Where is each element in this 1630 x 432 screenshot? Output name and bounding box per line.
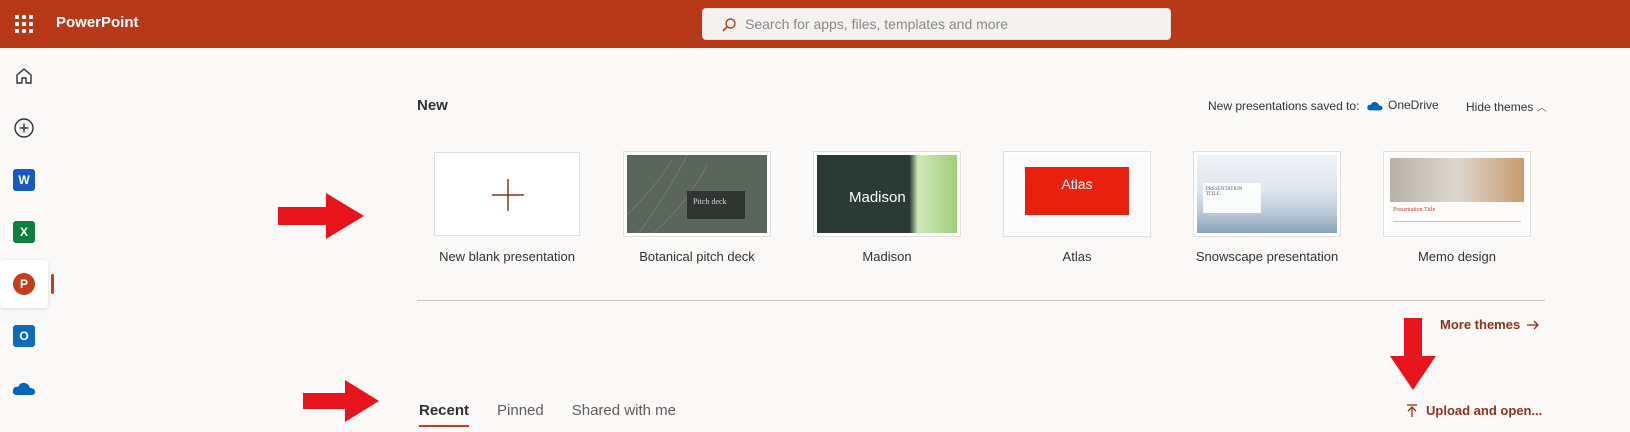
template-snowscape[interactable]: PRESENTATION TITLE Snowscape presentatio… — [1193, 151, 1341, 264]
rail-item-excel[interactable]: X — [0, 208, 48, 256]
rail-item-onedrive[interactable] — [0, 364, 48, 412]
section-divider — [417, 300, 1545, 301]
tab-recent[interactable]: Recent — [419, 402, 470, 427]
active-indicator — [51, 274, 54, 294]
more-themes-link[interactable]: More themes — [1440, 317, 1540, 332]
thumb-photo — [1390, 158, 1524, 202]
chevron-up-icon: ︿ — [1536, 103, 1547, 114]
thumb-text: PRESENTATION TITLE — [1206, 187, 1243, 197]
upload-and-open-button[interactable]: Upload and open... — [1406, 403, 1542, 418]
template-label: Snowscape presentation — [1195, 249, 1339, 264]
search-box[interactable] — [702, 8, 1171, 40]
rail-item-word[interactable]: W — [0, 156, 48, 204]
template-botanical[interactable]: Pitch deck Botanical pitch deck — [623, 151, 771, 264]
rail-item-powerpoint[interactable]: P — [0, 260, 48, 308]
onedrive-icon — [1367, 101, 1383, 110]
excel-icon: X — [13, 221, 35, 243]
rail-item-outlook[interactable]: O — [0, 312, 48, 360]
saved-location-label: OneDrive — [1388, 98, 1439, 112]
thumb-text: Madison — [849, 189, 906, 206]
tab-shared-with-me[interactable]: Shared with me — [572, 402, 676, 419]
template-atlas[interactable]: Atlas Atlas — [1003, 151, 1151, 264]
add-circle-icon — [14, 118, 34, 138]
saved-location[interactable]: OneDrive — [1366, 98, 1439, 112]
outlook-icon: O — [13, 325, 35, 347]
new-section-title: New — [417, 97, 448, 114]
leaf-pattern — [627, 155, 745, 233]
rail-item-create[interactable] — [0, 104, 48, 152]
template-thumbnail[interactable] — [434, 152, 580, 236]
powerpoint-icon: P — [13, 273, 35, 295]
template-thumbnail[interactable]: Presentation Title — [1383, 151, 1531, 237]
annotation-arrow-right — [278, 193, 364, 239]
template-thumbnail[interactable]: Atlas — [1003, 151, 1151, 237]
template-thumbnail[interactable]: Pitch deck — [623, 151, 771, 237]
thumb-text: Atlas — [1061, 176, 1093, 192]
onedrive-icon — [12, 382, 35, 395]
thumb-line — [1393, 221, 1521, 222]
rail-item-home[interactable] — [0, 52, 48, 100]
annotation-arrow-right — [303, 380, 379, 422]
file-tabs: Recent Pinned Shared with me — [419, 402, 704, 427]
thumb-text: Pitch deck — [693, 197, 727, 206]
app-title[interactable]: PowerPoint — [56, 14, 139, 31]
top-bar: PowerPoint — [0, 0, 1630, 48]
template-label: Atlas — [1062, 249, 1092, 264]
template-label: Madison — [862, 249, 912, 264]
template-blank[interactable]: New blank presentation — [434, 152, 580, 264]
thumb-text: Presentation Title — [1393, 207, 1436, 213]
search-icon — [722, 18, 736, 32]
home-icon — [16, 68, 32, 84]
template-memo[interactable]: Presentation Title Memo design — [1383, 151, 1531, 264]
template-label: Memo design — [1417, 249, 1497, 264]
template-thumbnail[interactable]: Madison — [813, 151, 961, 237]
arrow-right-icon — [1527, 320, 1540, 329]
app-launcher-icon[interactable] — [15, 15, 33, 33]
left-rail: W X P O — [0, 48, 54, 432]
hide-themes-button[interactable]: Hide themes ︿ — [1466, 99, 1547, 114]
saved-to-label: New presentations saved to: — [1208, 99, 1360, 113]
word-icon: W — [13, 169, 35, 191]
template-thumbnail[interactable]: PRESENTATION TITLE — [1193, 151, 1341, 237]
tab-pinned[interactable]: Pinned — [497, 402, 544, 419]
template-label: Botanical pitch deck — [639, 249, 755, 264]
template-label: New blank presentation — [439, 249, 575, 264]
more-themes-label: More themes — [1440, 317, 1521, 332]
upload-label: Upload and open... — [1426, 403, 1543, 418]
hide-themes-label: Hide themes — [1466, 100, 1534, 114]
plus-icon — [492, 179, 524, 211]
upload-icon — [1407, 403, 1417, 417]
search-input[interactable] — [745, 9, 1155, 39]
annotation-arrow-down — [1390, 318, 1436, 390]
template-madison[interactable]: Madison Madison — [813, 151, 961, 264]
